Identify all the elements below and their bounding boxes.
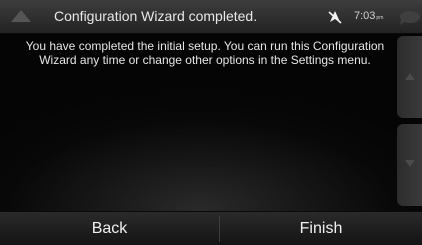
title-bar: Configuration Wizard completed. 7:03pm xyxy=(0,0,422,34)
message-icon[interactable] xyxy=(398,9,420,25)
scroll-down-button[interactable] xyxy=(397,124,422,206)
scroll-controls xyxy=(397,36,422,210)
back-arrow-icon[interactable] xyxy=(10,9,32,23)
clock-ampm: pm xyxy=(376,15,384,21)
scroll-up-button[interactable] xyxy=(397,36,422,118)
screen-background xyxy=(0,0,422,244)
page-title: Configuration Wizard completed. xyxy=(54,8,258,24)
arrow-up-icon xyxy=(405,73,415,80)
arrow-down-icon xyxy=(405,160,415,167)
gps-off-icon xyxy=(328,11,342,24)
back-button[interactable]: Back xyxy=(0,212,219,245)
finish-button[interactable]: Finish xyxy=(220,212,422,245)
clock-time: 7:03 xyxy=(354,10,376,22)
completion-message: You have completed the initial setup. Yo… xyxy=(25,39,385,67)
clock: 7:03pm xyxy=(354,10,383,22)
bottom-bar: Back Finish xyxy=(0,211,422,245)
